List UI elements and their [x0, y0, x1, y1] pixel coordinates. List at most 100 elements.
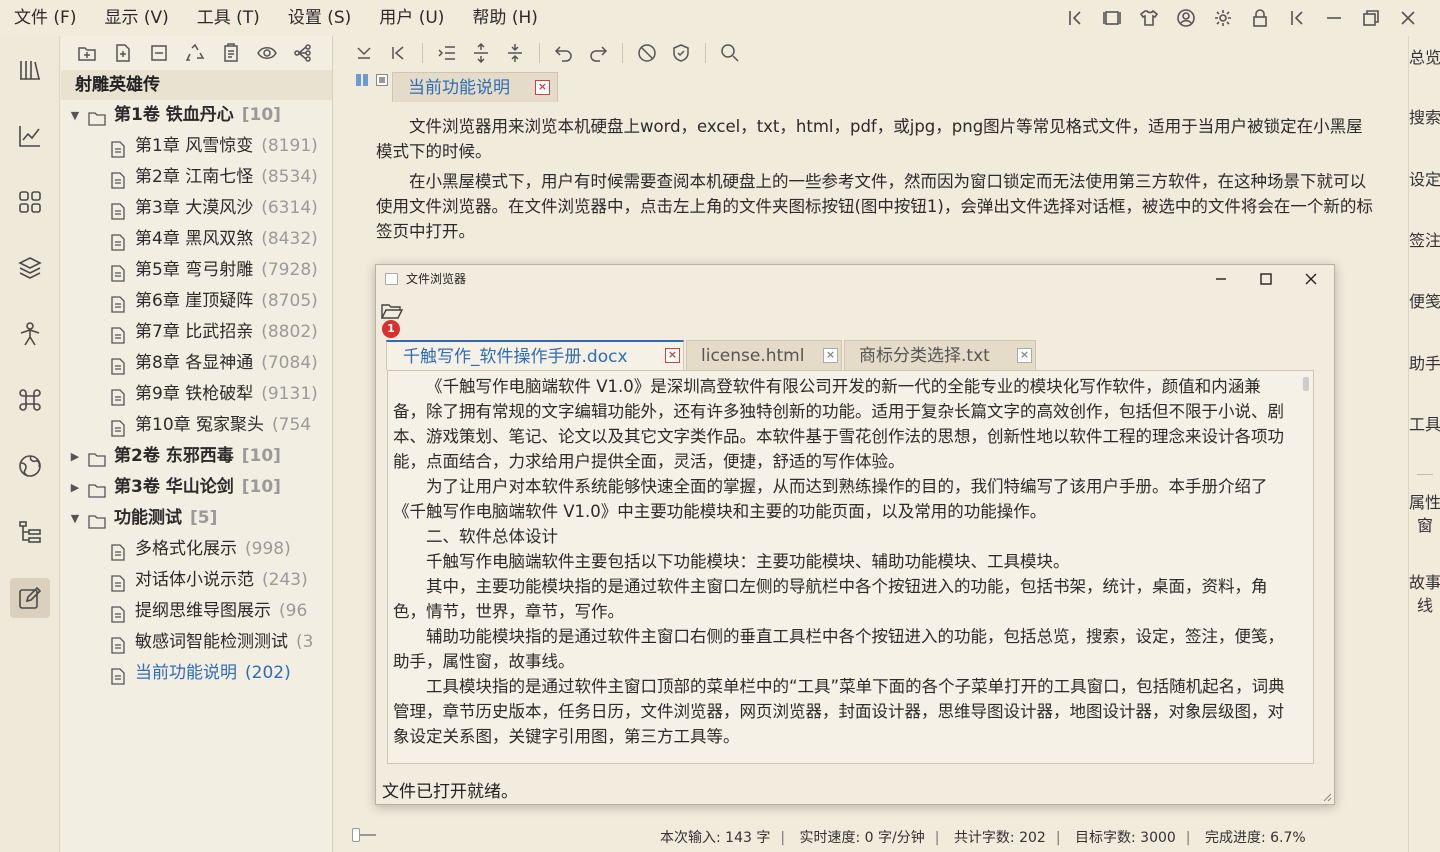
rightbar-notes[interactable]: 便笺: [1409, 290, 1440, 313]
tree-chapter-row[interactable]: 第3章 大漠风沙 (6314): [61, 193, 332, 224]
tree-chapter-row[interactable]: 第7章 比武招亲 (8802): [61, 317, 332, 348]
scrollbar[interactable]: [1303, 377, 1309, 391]
menu-tools[interactable]: 工具 (T): [183, 0, 260, 36]
paragraph-spacing-icon[interactable]: [499, 38, 531, 68]
slider-handle[interactable]: [352, 828, 360, 842]
expand-arrow-right-icon[interactable]: ▶: [68, 472, 82, 503]
bookshelf-icon[interactable]: [10, 50, 50, 90]
dialog-maximize-icon[interactable]: [1243, 265, 1289, 293]
search-icon[interactable]: [714, 38, 746, 68]
tab-current-doc[interactable]: 当前功能说明 ×: [392, 72, 558, 102]
tree-chapter-row[interactable]: 第9章 铁枪破犁 (9131): [61, 379, 332, 410]
add-folder-icon[interactable]: [71, 38, 103, 68]
rightbar-storyline[interactable]: 故事线: [1409, 571, 1440, 617]
skin-icon[interactable]: [1130, 0, 1167, 36]
close-icon[interactable]: [1389, 0, 1426, 36]
menu-user[interactable]: 用户 (U): [365, 0, 444, 36]
total-words: 共计字数: 202: [953, 830, 1046, 846]
close-tab-icon[interactable]: ×: [665, 348, 680, 363]
document-body[interactable]: 文件浏览器用来浏览本机硬盘上word，excel，txt，html，pdf，或j…: [376, 114, 1374, 249]
shield-check-icon[interactable]: [665, 38, 697, 68]
split-view-icon[interactable]: [356, 74, 368, 86]
tree-chapter-row[interactable]: 第1章 风雪惊变 (8191): [61, 131, 332, 162]
expand-arrow-right-icon[interactable]: ▶: [68, 441, 82, 472]
tree-chapter-row[interactable]: 当前功能说明 (202): [61, 658, 332, 689]
menu-view[interactable]: 显示 (V): [90, 0, 168, 36]
single-view-icon[interactable]: [376, 74, 388, 86]
layers-icon[interactable]: [10, 248, 50, 288]
collapse-left-icon[interactable]: [1056, 0, 1093, 36]
recycle-icon[interactable]: [179, 38, 211, 68]
tab-docx[interactable]: 千触写作_软件操作手册.docx ×: [386, 340, 684, 370]
undo-icon[interactable]: [548, 38, 580, 68]
tree-volume-row[interactable]: ▶ 第2卷 东邪西毒 [10]: [61, 441, 332, 472]
remove-icon[interactable]: [143, 38, 175, 68]
dialog-minimize-icon[interactable]: [1198, 265, 1244, 293]
fullscreen-icon[interactable]: [1093, 0, 1130, 36]
close-tab-icon[interactable]: ×: [1017, 348, 1032, 363]
tree-chapter-row[interactable]: 第5章 弯弓射雕 (7928): [61, 255, 332, 286]
zoom-slider[interactable]: [352, 826, 378, 844]
tab-html[interactable]: license.html ×: [686, 340, 842, 370]
collapse-down-icon[interactable]: [348, 38, 380, 68]
writing-edit-icon[interactable]: [10, 578, 50, 618]
file-content-view[interactable]: 《千触写作电脑端软件 V1.0》是深圳高登软件有限公司开发的新一代的全能专业的模…: [387, 370, 1314, 764]
close-tab-icon[interactable]: ×: [535, 80, 550, 95]
tree-chapter-row[interactable]: 第2章 江南七怪 (8534): [61, 162, 332, 193]
close-tab-icon[interactable]: ×: [823, 348, 838, 363]
rightbar-search[interactable]: 搜索: [1409, 106, 1440, 129]
dialog-title-bar[interactable]: 文件浏览器: [376, 265, 1334, 293]
book-title[interactable]: 射雕英雄传: [61, 70, 332, 100]
world-globe-icon[interactable]: [10, 446, 50, 486]
rightbar-overview[interactable]: 总览: [1409, 46, 1440, 69]
menu-settings[interactable]: 设置 (S): [274, 0, 351, 36]
expand-arrow-down-icon[interactable]: ▼: [68, 503, 82, 534]
redo-icon[interactable]: [582, 38, 614, 68]
rightbar-tools[interactable]: 工具: [1409, 413, 1440, 436]
chapters-tree-icon[interactable]: [10, 512, 50, 552]
tree-chapter-row[interactable]: 第6章 崖顶疑阵 (8705): [61, 286, 332, 317]
line-spacing-icon[interactable]: [465, 38, 497, 68]
tree-item-label: 第6章 崖顶疑阵 (8705): [135, 286, 318, 317]
rightbar-assistant[interactable]: 助手: [1409, 352, 1440, 375]
clipboard-icon[interactable]: [215, 38, 247, 68]
tree-item-title: 第2章 江南七怪: [135, 167, 254, 187]
tree-volume-row[interactable]: ▼ 第1卷 铁血丹心 [10]: [61, 100, 332, 131]
menu-help[interactable]: 帮助 (H): [458, 0, 537, 36]
menu-file[interactable]: 文件 (F): [0, 0, 76, 36]
folder-icon: [88, 479, 106, 498]
dialog-close-icon[interactable]: [1288, 265, 1334, 293]
tree-chapter-row[interactable]: 对话体小说示范 (243): [61, 565, 332, 596]
restore-icon[interactable]: [1352, 0, 1389, 36]
account-icon[interactable]: [1167, 0, 1204, 36]
desktop-grid-icon[interactable]: [10, 182, 50, 222]
tree-chapter-row[interactable]: 第8章 各显神通 (7084): [61, 348, 332, 379]
rightbar-annotation[interactable]: 签注: [1409, 229, 1440, 252]
chevron-left-icon[interactable]: [1278, 0, 1315, 36]
command-icon[interactable]: [10, 380, 50, 420]
tree-chapter-row[interactable]: 提纲思维导图展示 (96: [61, 596, 332, 627]
tree-chapter-row[interactable]: 多格式化展示 (998): [61, 534, 332, 565]
tree-chapter-row[interactable]: 第10章 冤家聚头 (754: [61, 410, 332, 441]
tree-volume-row[interactable]: ▼ 功能测试 [5]: [61, 503, 332, 534]
character-icon[interactable]: [10, 314, 50, 354]
forbidden-icon[interactable]: [631, 38, 663, 68]
resize-grip-icon[interactable]: [1322, 792, 1332, 802]
open-folder-icon[interactable]: [381, 302, 403, 320]
tree-volume-row[interactable]: ▶ 第3卷 华山论剑 [10]: [61, 472, 332, 503]
rightbar-properties[interactable]: 属性窗: [1409, 491, 1440, 537]
indent-icon[interactable]: [431, 38, 463, 68]
first-icon[interactable]: [382, 38, 414, 68]
share-tree-icon[interactable]: [287, 38, 319, 68]
lock-icon[interactable]: [1241, 0, 1278, 36]
statistics-icon[interactable]: [10, 116, 50, 156]
rightbar-settings[interactable]: 设定: [1409, 168, 1440, 191]
eye-icon[interactable]: [251, 38, 283, 68]
tab-txt[interactable]: 商标分类选择.txt ×: [844, 340, 1036, 370]
gear-icon[interactable]: [1204, 0, 1241, 36]
minimize-icon[interactable]: [1315, 0, 1352, 36]
tree-chapter-row[interactable]: 第4章 黑风双煞 (8432): [61, 224, 332, 255]
tree-chapter-row[interactable]: 敏感词智能检测测试 (3: [61, 627, 332, 658]
expand-arrow-down-icon[interactable]: ▼: [68, 100, 82, 131]
add-file-icon[interactable]: [107, 38, 139, 68]
